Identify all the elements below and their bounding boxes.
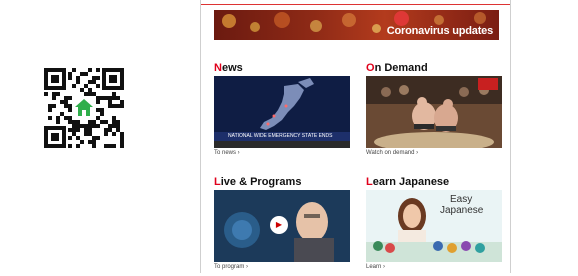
news-ticker: NATIONAL WIDE EMERGENCY STATE ENDS	[228, 133, 333, 139]
on-demand-link[interactable]: Watch on demand ›	[366, 150, 418, 156]
live-programs-thumbnail[interactable]: ▶	[214, 190, 350, 262]
section-learn-japanese[interactable]: Learn Japanese Easy Japanese Learn ›	[366, 176, 502, 276]
live-programs-link[interactable]: To program ›	[214, 264, 248, 270]
learn-japanese-heading: Learn Japanese	[366, 176, 450, 188]
news-thumbnail[interactable]: NATIONAL WIDE EMERGENCY STATE ENDS	[214, 76, 350, 148]
coronavirus-banner[interactable]: Coronavirus updates	[214, 10, 499, 40]
play-button[interactable]: ▶	[270, 216, 288, 234]
live-programs-heading: Live & Programs	[214, 176, 302, 188]
banner-title: Coronavirus updates	[386, 25, 493, 37]
virus-icon	[394, 11, 409, 26]
news-heading: News	[214, 62, 243, 74]
top-divider	[201, 0, 510, 5]
home-icon	[73, 97, 95, 119]
qr-code[interactable]	[44, 68, 124, 148]
on-demand-heading: On Demand	[366, 62, 428, 74]
qr-code-image	[44, 68, 124, 148]
learn-japanese-thumbnail[interactable]: Easy Japanese	[366, 190, 502, 262]
easy-japanese-title: Easy Japanese	[440, 194, 484, 216]
section-live-programs[interactable]: Live & Programs ▶ To program ›	[214, 176, 350, 276]
mobile-page-frame: Coronavirus updates News NATIONAL WIDE E…	[200, 0, 511, 273]
on-demand-thumbnail[interactable]	[366, 76, 502, 148]
learn-japanese-link[interactable]: Learn ›	[366, 264, 385, 270]
section-news[interactable]: News NATIONAL WIDE EMERGENCY STATE ENDS …	[214, 62, 350, 162]
section-on-demand[interactable]: On Demand Watch on demand ›	[366, 62, 502, 162]
news-link[interactable]: To news ›	[214, 150, 240, 156]
